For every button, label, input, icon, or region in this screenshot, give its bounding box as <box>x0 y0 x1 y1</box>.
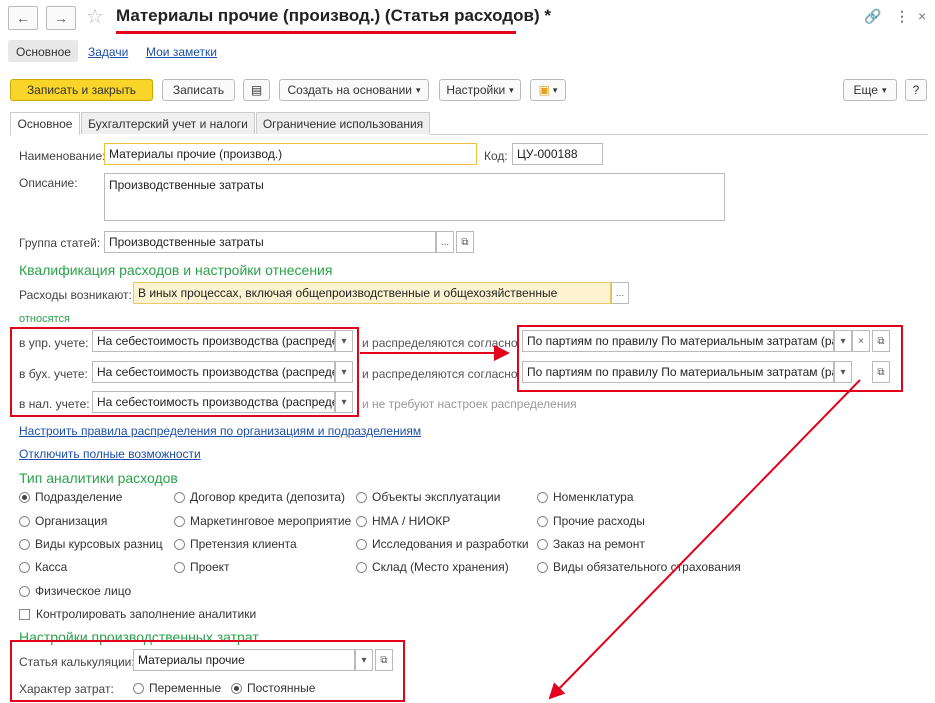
arrow-diagonal <box>548 379 861 700</box>
annotation-arrows <box>360 345 861 700</box>
